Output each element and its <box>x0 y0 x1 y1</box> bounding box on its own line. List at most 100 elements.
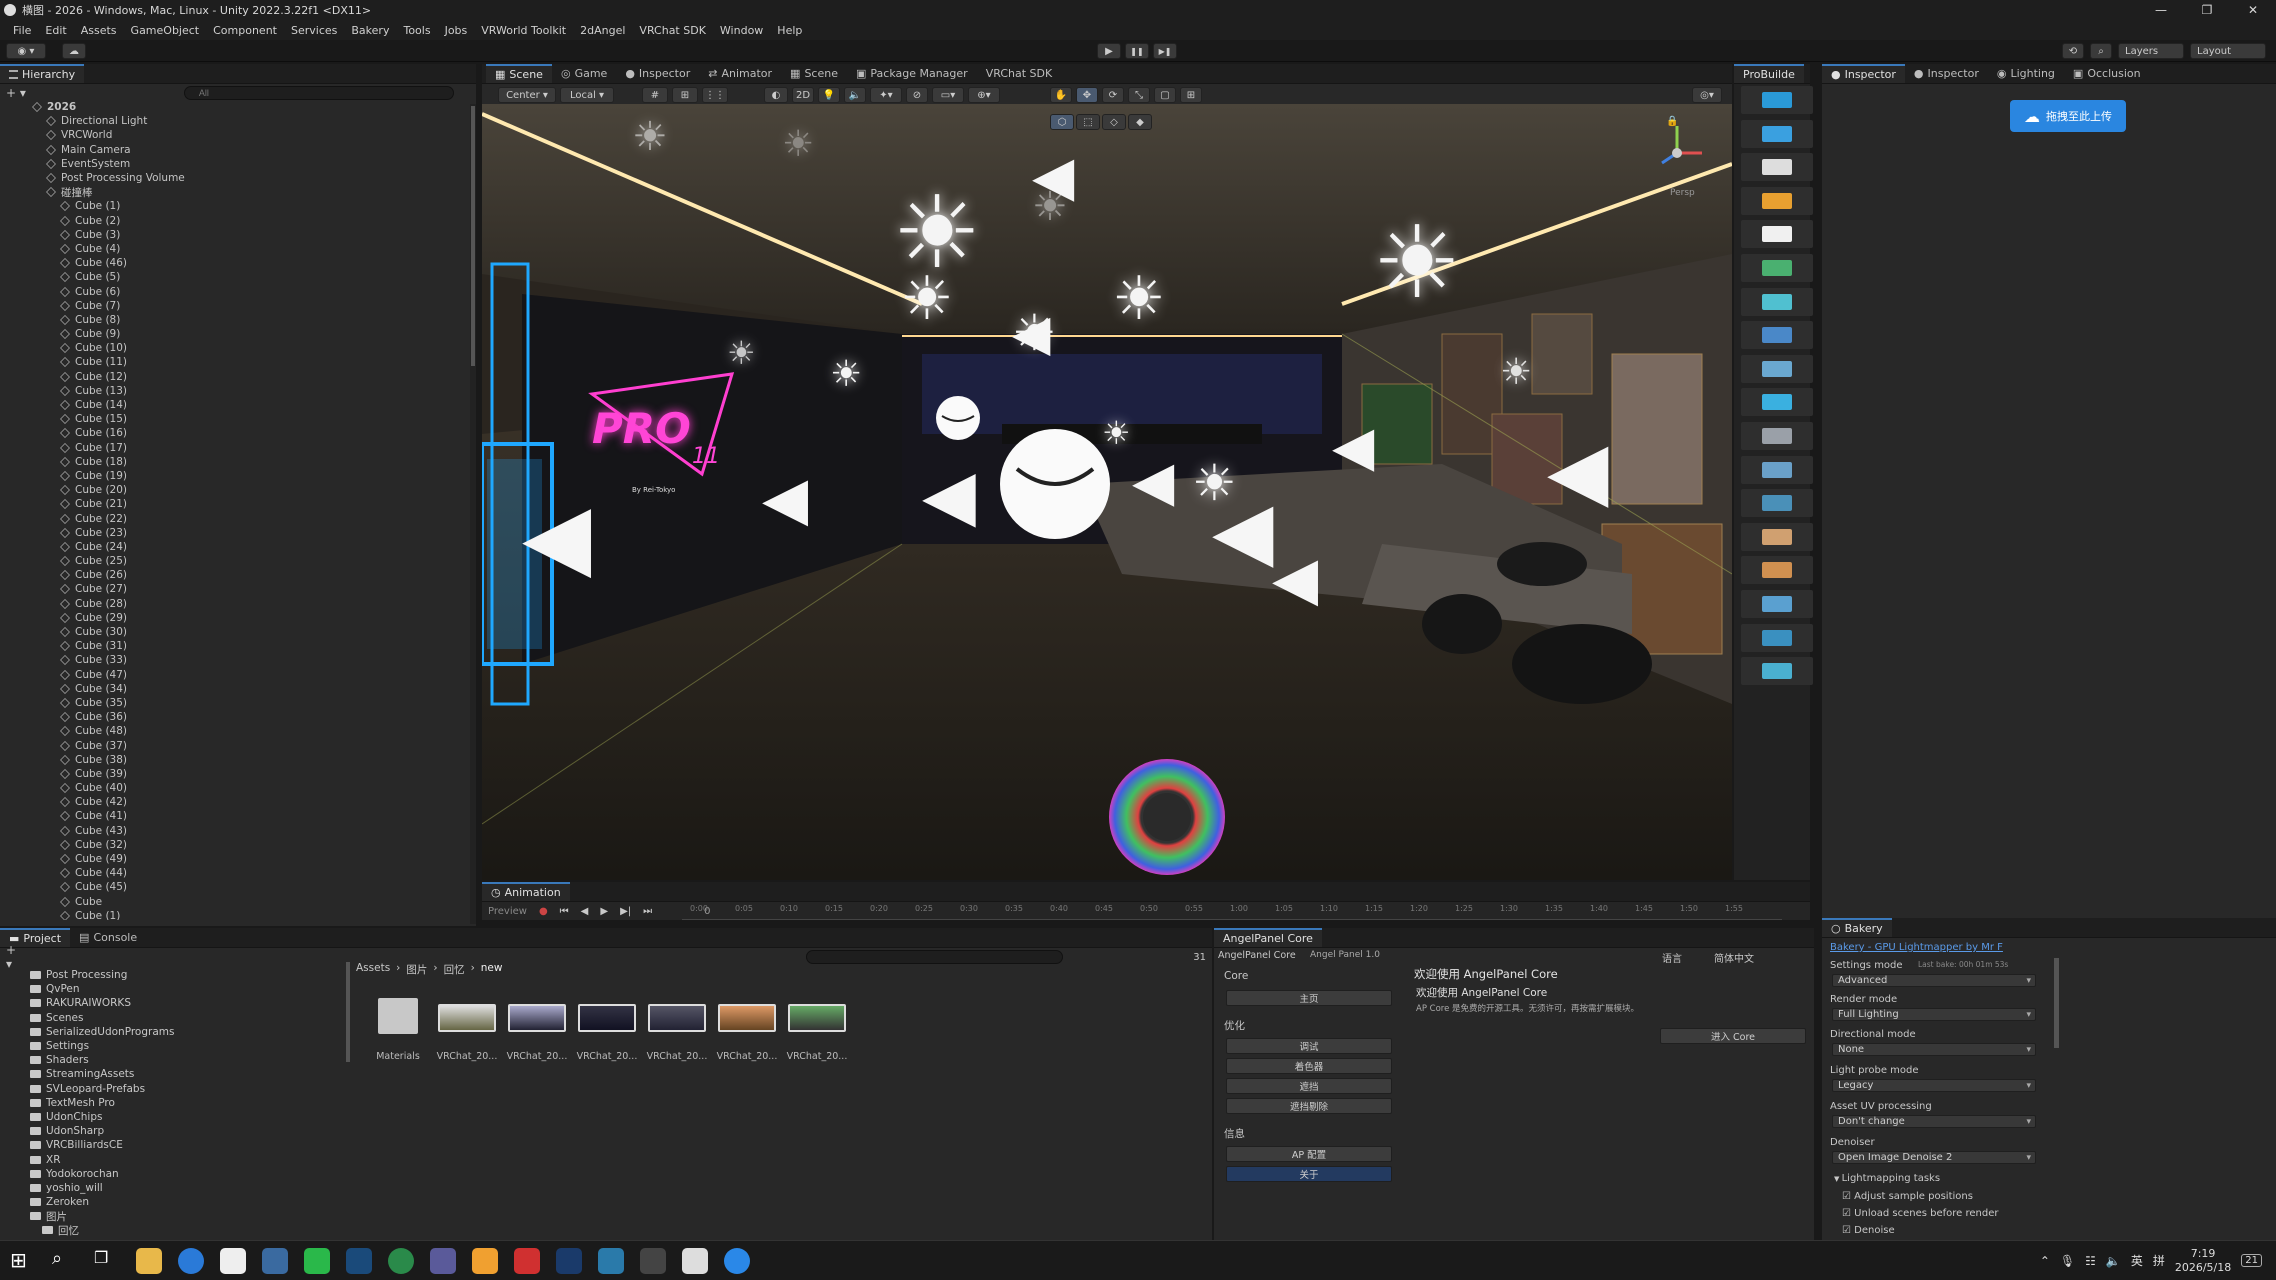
hierarchy-item[interactable]: Cube (9) <box>0 327 470 341</box>
probuilder-tool-icon[interactable] <box>1741 455 1813 484</box>
probuilder-tool-icon[interactable] <box>1741 220 1813 249</box>
menu-component[interactable]: Component <box>206 24 284 37</box>
settings-mode-dropdown[interactable]: Advanced <box>1832 974 2036 987</box>
snap-button[interactable]: ⊞ <box>672 87 698 103</box>
tab-scene[interactable]: ▦ Scene <box>486 64 552 83</box>
shading-mode-button[interactable]: ◐ <box>764 87 788 103</box>
asset-uv-dropdown[interactable]: Don't change <box>1832 1115 2036 1128</box>
2d-toggle[interactable]: 2D <box>792 87 814 103</box>
hierarchy-item[interactable]: Cube (44) <box>0 866 470 880</box>
hierarchy-item[interactable]: Cube (33) <box>0 653 470 667</box>
edge-browser-icon[interactable] <box>178 1247 204 1274</box>
light-gizmo-icon[interactable]: ☀ <box>900 264 954 334</box>
chevron-up-icon[interactable]: ⌃ <box>2040 1254 2050 1268</box>
play-anim-icon[interactable]: ▶ <box>600 906 608 917</box>
app-icon[interactable] <box>220 1247 246 1274</box>
folder-item[interactable]: VRCBilliardsCE <box>14 1138 344 1152</box>
audio-source-icon[interactable]: ◀ <box>1212 484 1274 577</box>
scene-orientation-gizmo[interactable] <box>1642 118 1712 188</box>
folder-item[interactable]: SVLeopard-Prefabs <box>14 1082 344 1096</box>
probuilder-tool-icon[interactable] <box>1741 657 1813 686</box>
object-mode-button[interactable]: ⬡ <box>1050 114 1074 130</box>
hierarchy-item[interactable]: Cube (15) <box>0 412 470 426</box>
hierarchy-item[interactable]: Cube (1) <box>0 909 470 920</box>
hierarchy-item[interactable]: Cube (25) <box>0 554 470 568</box>
hierarchy-group[interactable]: 碰撞棒 <box>0 185 470 199</box>
enter-core-button[interactable]: 进入 Core <box>1660 1028 1806 1044</box>
layers-dropdown[interactable]: Layers <box>2118 43 2184 59</box>
hierarchy-item[interactable]: Cube (24) <box>0 540 470 554</box>
effects-dropdown[interactable]: ✦▾ <box>870 87 902 103</box>
tab-animation[interactable]: ◷ Animation <box>482 882 570 901</box>
minimize-button[interactable]: — <box>2138 3 2184 17</box>
hierarchy-item[interactable]: Cube (3) <box>0 228 470 242</box>
persp-label[interactable]: Persp <box>1670 188 1695 198</box>
light-gizmo-icon[interactable]: ☀ <box>1500 352 1532 393</box>
asset-thumbnail[interactable] <box>788 1004 846 1032</box>
hierarchy-item[interactable]: Cube (37) <box>0 738 470 752</box>
close-button[interactable]: ✕ <box>2230 3 2276 17</box>
scene-view[interactable]: PRO 11 By Rei-Tokyo ☀ ☀ ☀ ☀ ☀ ☀ ☀ ☀ ☀ ☀ … <box>482 104 1732 880</box>
last-frame-icon[interactable]: ⏭ <box>643 906 652 917</box>
light-gizmo-icon[interactable]: ☀ <box>1372 204 1462 321</box>
folder-item[interactable]: 图片 <box>14 1209 344 1223</box>
hierarchy-item[interactable]: Cube (26) <box>0 568 470 582</box>
tab-vrchat-sdk[interactable]: VRChat SDK <box>977 64 1062 83</box>
menu-file[interactable]: File <box>6 24 38 37</box>
probuilder-tool-icon[interactable] <box>1741 254 1813 282</box>
rotate-tool-button[interactable]: ⟳ <box>1102 87 1124 103</box>
lock-icon[interactable]: 🔒 <box>1666 116 1678 127</box>
increment-button[interactable]: ⋮⋮ <box>702 87 728 103</box>
bakery-scrollbar[interactable] <box>2054 958 2059 1048</box>
directional-mode-dropdown[interactable]: None <box>1832 1043 2036 1056</box>
hierarchy-item[interactable]: Cube (10) <box>0 341 470 355</box>
hierarchy-item[interactable]: Cube (18) <box>0 455 470 469</box>
asset-thumbnail[interactable] <box>648 1004 706 1032</box>
breadcrumb-new[interactable]: new <box>481 962 503 977</box>
audio-source-icon[interactable]: ◀ <box>922 454 976 536</box>
light-probe-mode-dropdown[interactable]: Legacy <box>1832 1079 2036 1092</box>
menu-services[interactable]: Services <box>284 24 344 37</box>
hierarchy-scrollbar[interactable] <box>470 104 476 924</box>
menu-gameobject[interactable]: GameObject <box>124 24 207 37</box>
hierarchy-item[interactable]: Cube (45) <box>0 880 470 894</box>
lightmapping-tasks-foldout[interactable]: ▼ Lightmapping tasks <box>1834 1173 1940 1184</box>
checkbox-checked-icon[interactable]: ☑ <box>1842 1225 1854 1236</box>
hierarchy-item[interactable]: Cube (27) <box>0 582 470 596</box>
network-icon[interactable]: ☷ <box>2085 1254 2096 1268</box>
shader-button[interactable]: 着色器 <box>1226 1058 1392 1074</box>
about-button[interactable]: 关于 <box>1226 1166 1392 1182</box>
probuilder-tool-icon[interactable] <box>1741 321 1813 350</box>
probuilder-tool-icon[interactable] <box>1741 623 1813 652</box>
folder-item[interactable]: XR <box>14 1152 344 1166</box>
folder-item[interactable]: QvPen <box>14 982 344 996</box>
hierarchy-item[interactable]: Cube (2) <box>0 214 470 228</box>
probuilder-tool-icon[interactable] <box>1741 522 1813 551</box>
hand-tool-button[interactable]: ✋ <box>1050 87 1072 103</box>
menu-vrworld-toolkit[interactable]: VRWorld Toolkit <box>474 24 573 37</box>
hierarchy-item[interactable]: Cube (35) <box>0 696 470 710</box>
app-icon[interactable] <box>346 1247 372 1274</box>
project-search-input[interactable] <box>805 950 1064 964</box>
task-adjust-sample[interactable]: ☑ Adjust sample positions <box>1842 1191 1973 1202</box>
vertex-mode-button[interactable]: ⬚ <box>1076 114 1100 130</box>
folder-item[interactable]: UdonChips <box>14 1110 344 1124</box>
record-icon[interactable]: ● <box>539 906 548 917</box>
scrollbar-thumb[interactable] <box>471 106 475 366</box>
folder-item[interactable]: TextMesh Pro <box>14 1096 344 1110</box>
hierarchy-item[interactable]: Post Processing Volume <box>0 171 470 185</box>
preview-toggle[interactable]: Preview <box>488 906 527 917</box>
debug-button[interactable]: 调试 <box>1226 1038 1392 1054</box>
asset-thumbnail[interactable] <box>438 1004 496 1032</box>
ime-indicator[interactable]: 英 <box>2131 1252 2143 1269</box>
play-button[interactable]: ▶ <box>1097 43 1121 59</box>
probuilder-tool-icon[interactable] <box>1741 86 1813 114</box>
folder-item[interactable]: StreamingAssets <box>14 1067 344 1081</box>
probuilder-tool-icon[interactable] <box>1741 186 1813 215</box>
ime-mode-indicator[interactable]: 拼 <box>2153 1252 2165 1269</box>
hierarchy-item[interactable]: Cube (8) <box>0 313 470 327</box>
next-frame-icon[interactable]: ▶| <box>620 906 631 917</box>
light-gizmo-icon[interactable]: ☀ <box>1102 414 1131 452</box>
probuilder-tool-icon[interactable] <box>1741 489 1813 518</box>
hierarchy-item[interactable]: Cube (31) <box>0 639 470 653</box>
